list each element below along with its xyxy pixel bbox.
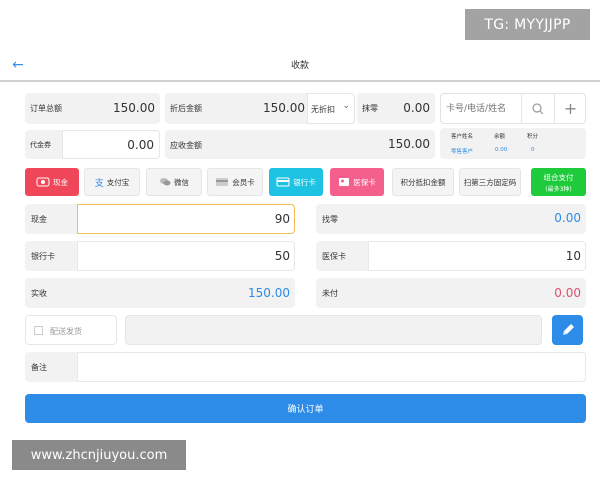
member-info-table: 客户姓名 余额 积分 零售客户 0.00 0 [440,128,586,159]
discount-amount-label: 折后金额 [170,104,202,113]
member-row-points: 0 [531,147,535,153]
remark-field: 备注 [25,352,586,382]
delivery-checkbox-box[interactable]: 配送发货 [25,315,117,345]
unpaid-value: 0.00 [554,286,581,300]
receivable-label: 应收金额 [170,141,202,150]
search-icon [532,102,544,114]
delivery-checkbox-label: 配送发货 [50,327,82,336]
round-off-value: 0.00 [403,101,430,115]
discount-amount-box: 折后金额 150.00 无折扣 ⌄ [165,93,355,124]
member-col-name: 客户姓名 [451,134,474,140]
alipay-icon: 支 [94,178,104,189]
order-total-box: 订单总额 150.00 [25,93,160,124]
pay-method-combo[interactable]: 组合支付 (最多3种) [531,168,586,196]
medical-card-field: 医保卡 10 [316,241,586,271]
discount-amount-value: 150.00 [263,101,305,115]
add-member-button[interactable]: + [554,94,586,123]
order-total-label: 订单总额 [30,104,62,113]
medical-card-input[interactable]: 10 [368,241,586,271]
discount-select[interactable]: 无折扣 ⌄ [307,93,355,124]
pay-method-cash[interactable]: 现金 [25,168,79,196]
cash-input[interactable]: 90 [77,204,295,234]
pay-method-scan-code[interactable]: 扫第三方固定码 [459,168,521,196]
watermark-site: www.zhcnjiuyou.com [12,440,186,470]
change-value: 0.00 [554,211,581,225]
pay-method-bank-card[interactable]: 银行卡 [269,168,323,196]
pay-method-wechat[interactable]: 微信 [146,168,202,196]
plus-icon: + [563,99,578,118]
pencil-icon [562,324,574,335]
search-button[interactable] [521,94,554,123]
member-row-balance: 0.00 [495,147,508,153]
member-row-name: 零售客户 [451,149,474,155]
bank-card-input[interactable]: 50 [77,241,295,271]
round-off-box: 抹零 0.00 [357,93,435,124]
member-search-input[interactable] [441,94,521,123]
chevron-down-icon: ⌄ [342,101,350,111]
member-card-icon [216,178,229,186]
voucher-label: 代金券 [30,141,51,149]
wechat-icon [160,178,171,186]
round-off-label: 抹零 [362,104,378,113]
pay-method-points[interactable]: 积分抵扣金额 [392,168,454,196]
bank-card-icon [276,177,290,187]
watermark-tg: TG: MYYJJPP [465,9,590,40]
member-search-box: + [440,93,586,124]
delivery-checkbox[interactable] [34,326,43,335]
receivable-value: 150.00 [388,137,430,151]
voucher-box: 代金券 0.00 [25,130,160,159]
pay-method-member-card[interactable]: 会员卡 [207,168,263,196]
voucher-input[interactable]: 0.00 [62,130,160,159]
delivery-address-field[interactable] [125,315,542,345]
cash-field: 现金 90 [25,204,295,234]
receivable-box: 应收金额 150.00 [165,130,435,159]
header-bar: ← 收款 [0,50,600,82]
unpaid-field: 未付 0.00 [316,278,586,308]
voucher-value: 0.00 [127,138,154,152]
pay-method-alipay[interactable]: 支 支付宝 [84,168,140,196]
change-field: 找零 0.00 [316,204,586,234]
page-title: 收款 [290,61,309,71]
pay-method-medical-card[interactable]: 医保卡 [330,168,384,196]
order-total-value: 150.00 [113,101,155,115]
received-field: 实收 150.00 [25,278,295,308]
medical-card-icon [339,178,350,186]
cash-icon [36,177,50,187]
confirm-order-button[interactable]: 确认订单 [25,394,586,423]
member-col-balance: 余额 [494,134,506,140]
bank-card-field: 银行卡 50 [25,241,295,271]
remark-input[interactable] [77,352,586,382]
edit-delivery-button[interactable] [552,315,583,345]
member-col-points: 积分 [527,134,539,140]
discount-select-value: 无折扣 [311,105,335,114]
received-value: 150.00 [248,286,290,300]
